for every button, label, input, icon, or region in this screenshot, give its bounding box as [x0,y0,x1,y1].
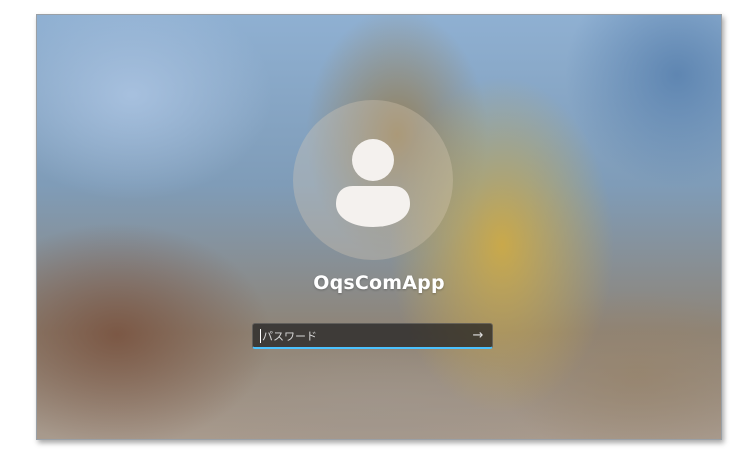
username-label: OqsComApp [313,272,445,294]
lock-screen-window: OqsComApp → [36,14,722,440]
user-avatar [293,100,453,260]
password-field-container[interactable]: → [252,323,493,349]
text-caret [260,329,261,343]
password-input[interactable] [262,327,462,345]
user-icon [336,139,410,227]
arrow-right-icon[interactable]: → [468,326,488,346]
